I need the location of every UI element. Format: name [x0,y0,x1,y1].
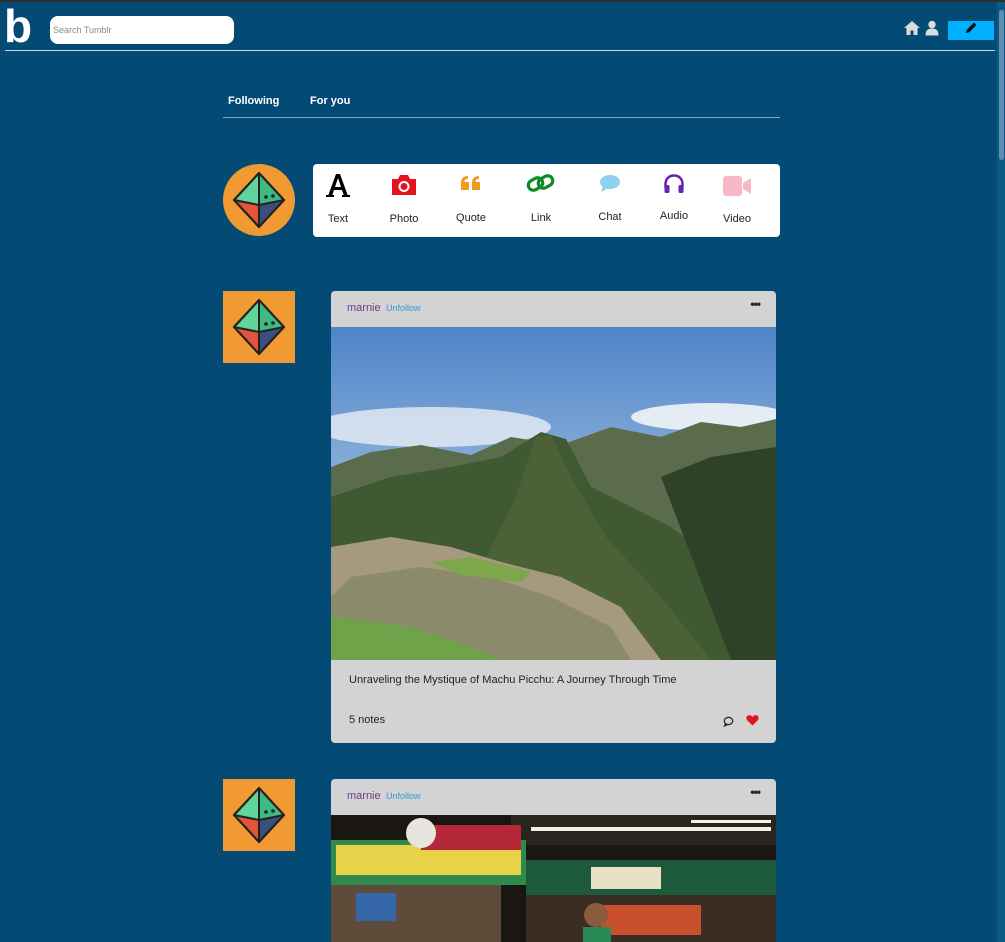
header-divider [5,50,995,51]
post-card: marnie Unfollow ••• Unraveling the Mysti… [331,291,776,743]
header-icons [903,20,939,41]
headphones-icon [644,171,704,197]
composer-link-label: Link [530,212,552,224]
top-header: b [0,2,1000,51]
composer-audio-label: Audio [659,210,689,222]
text-icon [308,172,368,198]
more-options-icon[interactable]: ••• [750,785,761,799]
composer-audio-button[interactable]: Audio [644,164,704,237]
post-username[interactable]: marnie [347,302,381,314]
compose-button[interactable] [948,21,994,40]
scrollbar[interactable] [997,2,1005,942]
composer-chat-button[interactable]: Chat [580,164,640,237]
tab-following[interactable]: Following [228,95,279,107]
logo[interactable]: b [4,2,32,50]
avatar-octahedron-icon [232,786,286,844]
quote-icon [441,170,501,196]
my-avatar[interactable] [223,164,295,236]
post-type-composer: Text Photo Quote Link Chat Audio Video [313,164,780,237]
search-input[interactable] [50,16,234,44]
composer-text-button[interactable]: Text [308,164,368,237]
post-image-mountains [331,327,776,660]
post-author-avatar[interactable] [223,291,295,363]
composer-link-button[interactable]: Link [511,164,571,237]
more-options-icon[interactable]: ••• [750,297,761,311]
composer-quote-label: Quote [456,212,486,224]
link-icon [511,170,571,196]
composer-quote-button[interactable]: Quote [441,164,501,237]
post-card: marnie Unfollow ••• [331,779,776,942]
post-author-avatar[interactable] [223,779,295,851]
heart-icon[interactable] [746,713,759,731]
composer-video-button[interactable]: Video [707,164,767,237]
pencil-icon [964,21,978,40]
user-icon[interactable] [925,20,939,41]
avatar-octahedron-icon [232,171,286,229]
comment-icon[interactable] [723,714,734,732]
composer-video-label: Video [723,213,751,225]
home-icon[interactable] [903,20,921,41]
composer-chat-label: Chat [598,211,622,223]
post-notes-count[interactable]: 5 notes [349,714,385,726]
composer-text-label: Text [327,213,349,225]
chat-icon [580,170,640,196]
post-image-street-market [331,815,776,942]
feed-tabs: Following For you [223,90,780,118]
composer-photo-button[interactable]: Photo [374,164,434,237]
composer-photo-label: Photo [389,213,419,225]
camera-icon [374,172,434,198]
post-header: marnie Unfollow ••• [331,779,776,815]
unfollow-link[interactable]: Unfollow [386,791,421,801]
video-icon [707,173,767,199]
avatar-octahedron-icon [232,298,286,356]
post-caption: Unraveling the Mystique of Machu Picchu:… [349,674,677,686]
post-username[interactable]: marnie [347,790,381,802]
unfollow-link[interactable]: Unfollow [386,303,421,313]
post-header: marnie Unfollow ••• [331,291,776,327]
tab-for-you[interactable]: For you [310,95,350,107]
